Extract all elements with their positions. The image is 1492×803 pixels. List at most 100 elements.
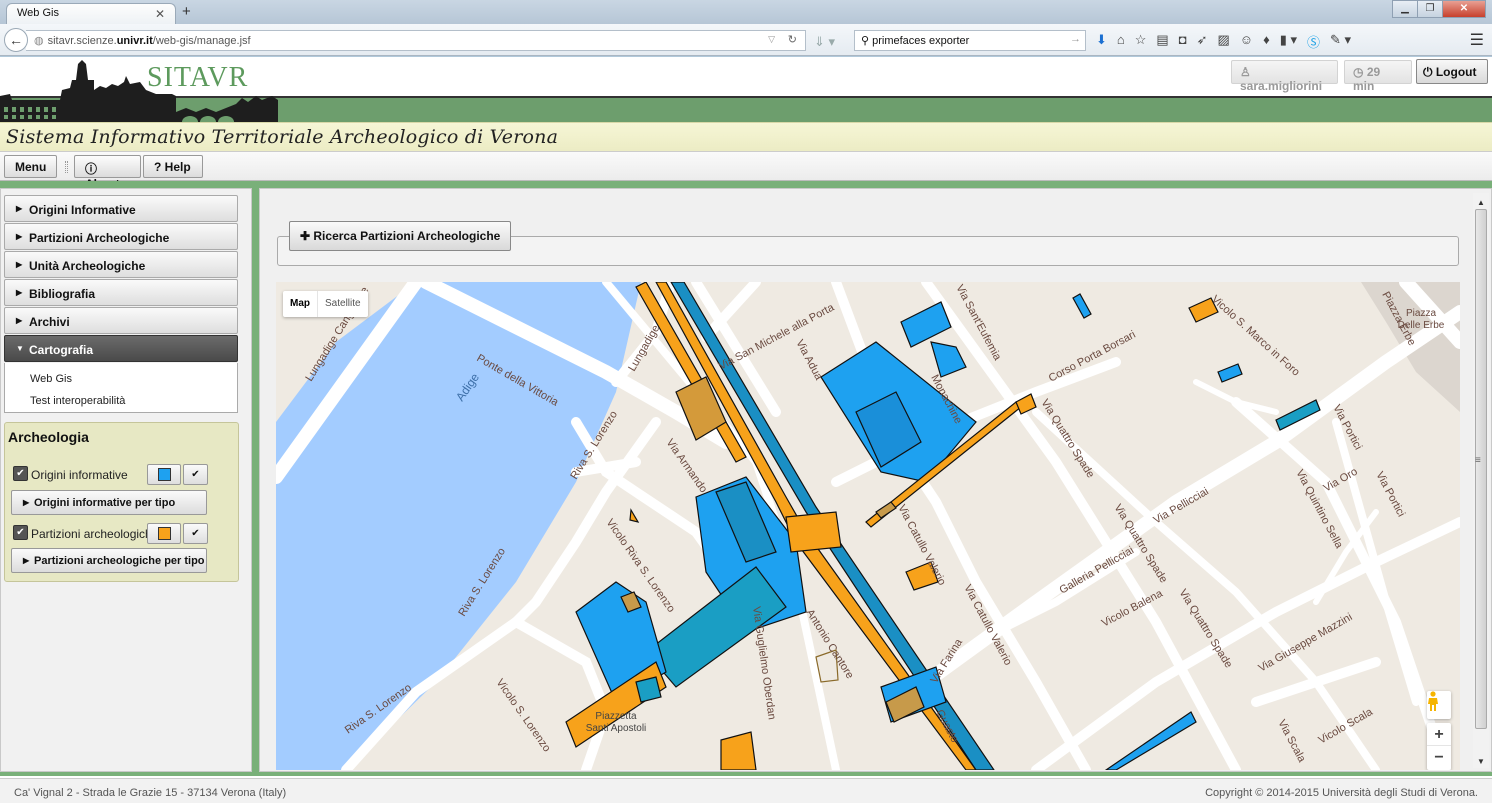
accordion-cartografia[interactable]: ▼ Cartografia xyxy=(4,335,238,362)
search-panel-label: Ricerca Partizioni Archeologiche xyxy=(313,229,501,243)
about-button[interactable]: ⓘ About xyxy=(74,155,141,191)
help-label: Help xyxy=(164,160,191,174)
caret-right-icon: ▶ xyxy=(16,260,23,269)
origini-feature xyxy=(900,301,952,348)
menu-item-test-interoperabilita[interactable]: Test interoperabilità xyxy=(30,395,125,407)
user-icon: ♙ xyxy=(1240,65,1251,79)
layers-panel: Archeologia ✔ Origini informative ✔ ▶ Ori… xyxy=(4,422,239,582)
caret-right-icon: ▶ xyxy=(16,288,23,297)
origini-per-tipo-button[interactable]: ▶ Origini informative per tipo xyxy=(11,490,207,515)
menu-item-web-gis[interactable]: Web Gis xyxy=(30,373,72,385)
origini-feature xyxy=(930,341,967,378)
site-title: Sistema Informativo Territoriale Archeol… xyxy=(6,126,559,148)
chat-icon[interactable]: ☺ xyxy=(1240,32,1253,51)
partizioni-per-tipo-button[interactable]: ▶ Partizioni archeologiche per tipo xyxy=(11,548,207,573)
browser-tab[interactable]: Web Gis ✕ xyxy=(6,3,176,24)
window-close-icon[interactable]: ✕ xyxy=(1442,0,1486,18)
reload-icon[interactable]: ↻ xyxy=(788,33,797,46)
search-input[interactable]: ⚲ primefaces exporter → xyxy=(854,30,1086,51)
caret-right-icon: ▶ xyxy=(16,232,23,241)
menu-button[interactable]: Menu xyxy=(4,155,57,178)
url-domain: univr.it xyxy=(116,35,153,47)
pocket-icon[interactable]: ◘ xyxy=(1179,32,1187,51)
accordion-partizioni-archeologiche[interactable]: ▶ Partizioni Archeologiche xyxy=(4,223,238,250)
site-logo-text: SITAVR xyxy=(147,62,249,93)
accordion-unita-archeologiche[interactable]: ▶ Unità Archeologiche xyxy=(4,251,238,278)
browser-tabbar: Web Gis ✕ + ▁ ❐ ✕ xyxy=(0,0,1492,24)
maximize-icon[interactable]: ❐ xyxy=(1417,0,1443,18)
accordion-label: Partizioni Archeologiche xyxy=(29,231,170,245)
caret-right-icon: ▶ xyxy=(23,498,30,507)
downloads-arrow-icon[interactable]: ⇓ ▾ xyxy=(814,34,835,50)
home-icon[interactable]: ⌂ xyxy=(1117,32,1125,51)
search-go-icon[interactable]: → xyxy=(1070,33,1081,45)
close-tab-icon[interactable]: ✕ xyxy=(155,7,165,21)
send-icon[interactable]: ➶ xyxy=(1197,32,1208,51)
scrollbar-grip-icon: ≡ xyxy=(1475,455,1481,466)
zoom-in-button[interactable]: + xyxy=(1427,723,1451,746)
accordion-origini-informative[interactable]: ▶ Origini Informative xyxy=(4,195,238,222)
notes-icon[interactable]: ▨ xyxy=(1217,32,1229,51)
check-icon: ✔ xyxy=(191,469,200,480)
search-icon: ⚲ xyxy=(861,35,873,47)
label-vicolo-lorenzo: Vicolo S. Lorenzo xyxy=(494,677,553,754)
url-bar[interactable]: ◍ sitavr.scienze.univr.it/web-gis/manage.… xyxy=(26,30,806,51)
label-via-armando: Via Armando xyxy=(664,437,710,495)
clock-icon: ◷ xyxy=(1353,65,1367,79)
hamburger-menu-icon[interactable]: ☰ xyxy=(1470,30,1484,50)
logout-button[interactable]: ⏻ Logout xyxy=(1416,59,1488,84)
battery-icon[interactable]: ▮ ▾ xyxy=(1280,32,1297,51)
search-panel-toggle[interactable]: ✚ Ricerca Partizioni Archeologiche xyxy=(289,221,512,251)
origini-feature xyxy=(1072,293,1092,319)
accordion-bibliografia[interactable]: ▶ Bibliografia xyxy=(4,279,238,306)
map-canvas[interactable]: Ponte della Vittoria Adige Lungadige Can… xyxy=(276,282,1460,770)
map-type-map-button[interactable]: Map xyxy=(283,291,318,317)
accordion-label: Origini Informative xyxy=(29,203,136,217)
label-via-scala: Via Scala xyxy=(1275,718,1308,765)
label-piazza-delle-erbe-1: Piazza xyxy=(1406,308,1436,319)
origini-feature xyxy=(635,676,662,703)
bookmark-star-icon[interactable]: ☆ xyxy=(1135,32,1147,51)
origini-checkbox[interactable]: ✔ xyxy=(13,466,28,481)
help-button[interactable]: ? Help xyxy=(143,155,203,178)
clipboard-icon[interactable]: ▤ xyxy=(1156,32,1168,51)
origini-apply-button[interactable]: ✔ xyxy=(183,464,208,485)
scroll-down-icon[interactable]: ▼ xyxy=(1477,757,1485,766)
addon-icon[interactable]: ✎ ▾ xyxy=(1330,32,1351,51)
partizioni-color-swatch xyxy=(158,527,171,540)
partizioni-apply-button[interactable]: ✔ xyxy=(183,523,208,544)
label-piazzetta-1: Piazzetta xyxy=(595,711,637,722)
skype-icon[interactable]: Ⓢ xyxy=(1307,32,1320,51)
map-type-satellite-button[interactable]: Satellite xyxy=(318,291,368,317)
url-prefix: sitavr.scienze. xyxy=(47,35,117,47)
minimize-icon[interactable]: ▁ xyxy=(1392,0,1418,18)
url-path: /web-gis/manage.jsf xyxy=(152,35,251,47)
origini-color-button[interactable] xyxy=(147,464,181,485)
label-corso-porta-borsari: Corso Porta Borsari xyxy=(1047,329,1138,385)
new-tab-icon[interactable]: + xyxy=(182,3,191,20)
menu-bar: Menu ⓘ About ? Help xyxy=(0,151,1492,191)
label-via-quattro-spade-1: Via Quattro Spade xyxy=(1038,397,1096,480)
label-vicolo-scala: Vicolo Scala xyxy=(1317,706,1376,747)
accordion-archivi[interactable]: ▶ Archivi xyxy=(4,307,238,334)
scroll-up-icon[interactable]: ▲ xyxy=(1477,198,1485,207)
caret-right-icon: ▶ xyxy=(16,204,23,213)
label-vicolo-san-marco: Vicolo S. Marco in Foro xyxy=(1209,293,1302,378)
extension-icon[interactable]: ♦ xyxy=(1263,32,1270,51)
info-icon: ⓘ xyxy=(85,162,98,176)
web-gis-map[interactable]: Ponte della Vittoria Adige Lungadige Can… xyxy=(276,282,1460,770)
scrollbar-thumb[interactable] xyxy=(1475,209,1487,729)
url-dropdown-icon[interactable]: ▽ xyxy=(768,34,775,45)
username: sara.migliorini xyxy=(1240,79,1323,93)
zoom-out-button[interactable]: − xyxy=(1427,746,1451,769)
page-scrollbar[interactable]: ▲ ≡ ▼ xyxy=(1473,193,1489,768)
label-via-adua: Via Adua xyxy=(793,338,825,383)
partizioni-color-button[interactable] xyxy=(147,523,181,544)
partizioni-feature xyxy=(785,511,842,553)
download-icon[interactable]: ⬇ xyxy=(1096,32,1107,51)
partizioni-checkbox[interactable]: ✔ xyxy=(13,525,28,540)
street-view-pegman-icon[interactable] xyxy=(1427,691,1451,719)
user-button[interactable]: ♙ sara.migliorini xyxy=(1231,60,1338,93)
back-button[interactable]: ← xyxy=(4,28,28,52)
accordion-label: Cartografia xyxy=(29,343,94,357)
